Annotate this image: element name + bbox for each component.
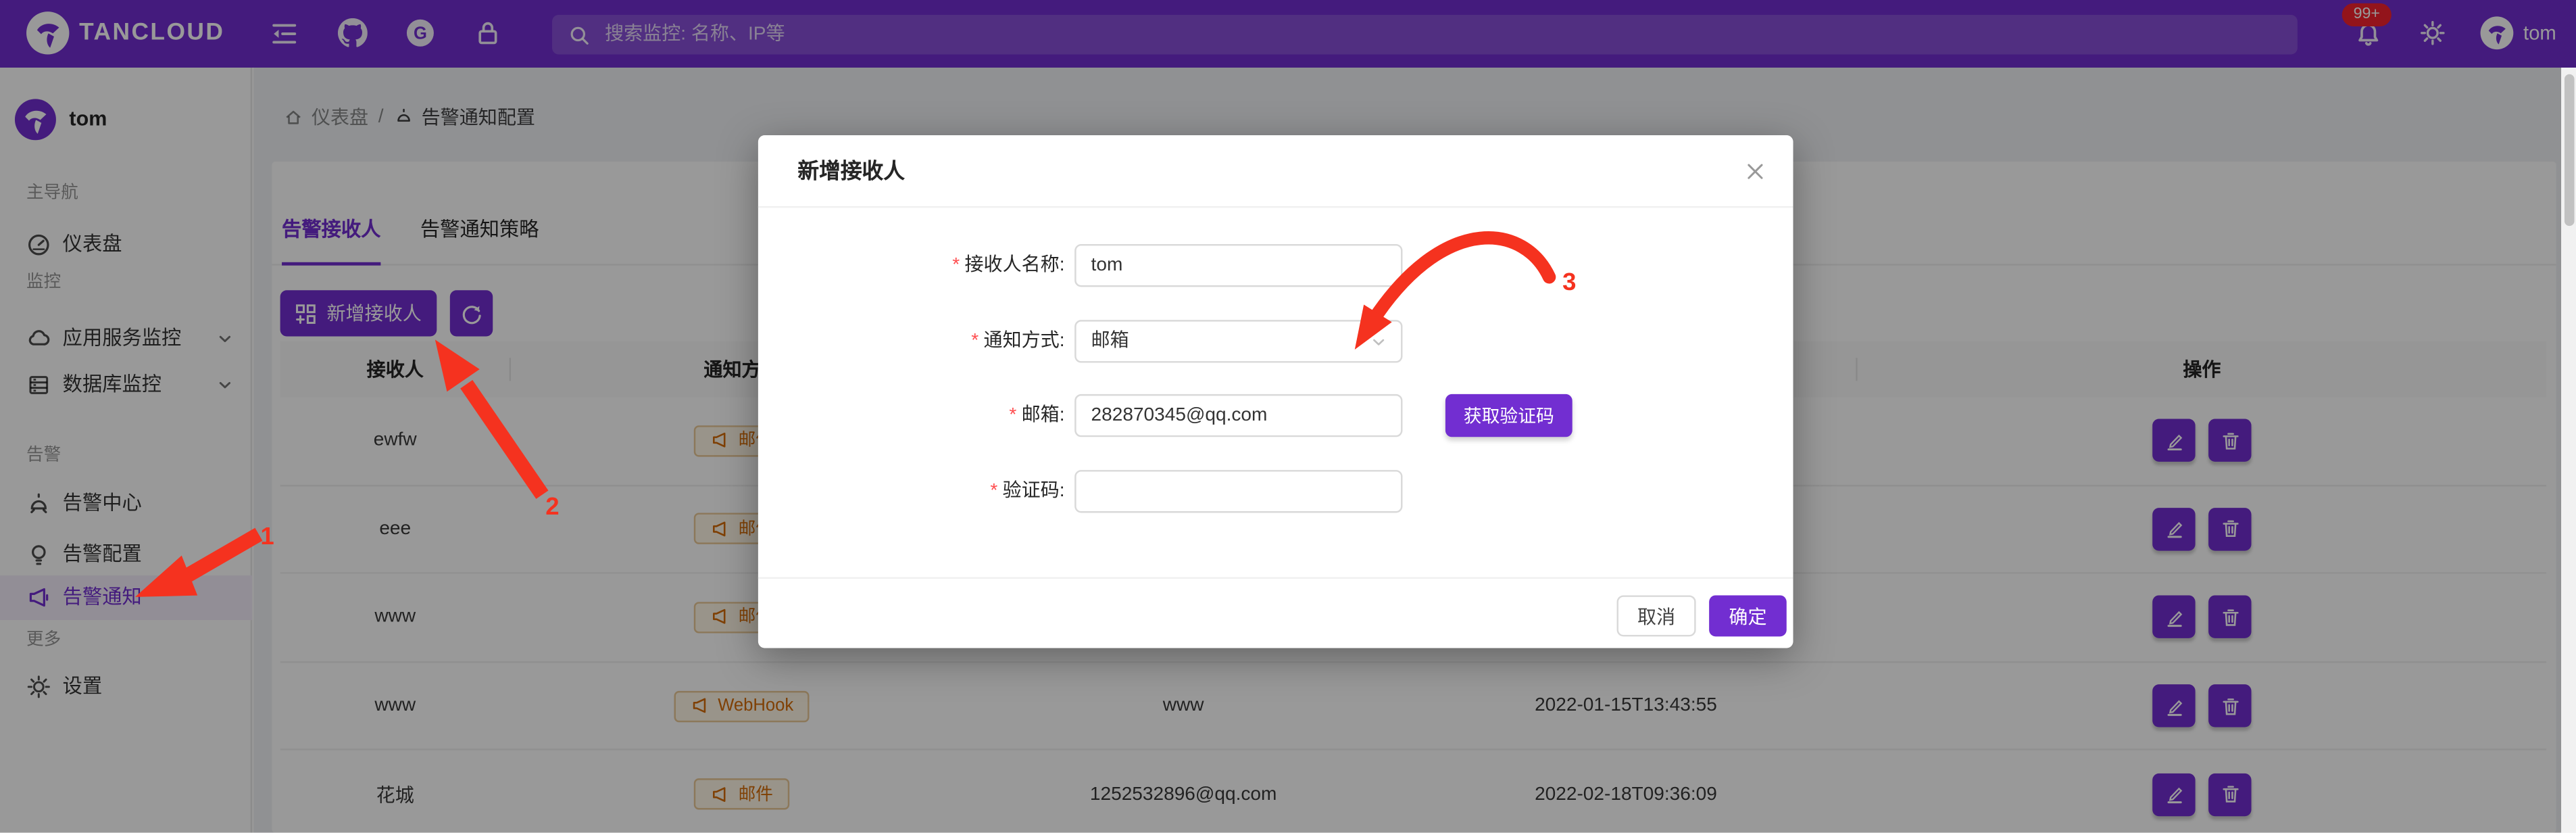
get-verification-code-button[interactable]: 获取验证码 bbox=[1445, 394, 1572, 437]
email-input[interactable] bbox=[1074, 394, 1402, 437]
verification-code-input[interactable] bbox=[1074, 470, 1402, 513]
chevron-down-icon bbox=[1370, 333, 1388, 352]
code-label: *验证码: bbox=[824, 470, 1064, 513]
close-icon[interactable] bbox=[1743, 160, 1766, 183]
modal-title: 新增接收人 bbox=[797, 135, 905, 208]
add-receiver-modal: 新增接收人 *接收人名称: *通知方式: 邮箱 *邮箱: 获取验证码 *验证 bbox=[758, 135, 1793, 648]
form-row-code: *验证码: bbox=[758, 470, 1793, 513]
email-label: *邮箱: bbox=[824, 394, 1064, 437]
method-label: *通知方式: bbox=[824, 320, 1064, 362]
form-row-name: *接收人名称: bbox=[758, 244, 1793, 287]
notification-method-select[interactable]: 邮箱 bbox=[1074, 320, 1402, 362]
scrollbar-thumb[interactable] bbox=[2564, 74, 2574, 226]
scrollbar[interactable] bbox=[2561, 68, 2576, 833]
ok-button[interactable]: 确定 bbox=[1709, 595, 1787, 636]
app-root: TANCLOUD G bbox=[0, 0, 2576, 833]
modal-footer: 取消 确定 bbox=[758, 577, 1793, 648]
modal-header: 新增接收人 bbox=[758, 135, 1793, 208]
name-label: *接收人名称: bbox=[824, 244, 1064, 287]
form-row-email: *邮箱: 获取验证码 bbox=[758, 394, 1793, 437]
receiver-name-input[interactable] bbox=[1074, 244, 1402, 287]
form-row-method: *通知方式: 邮箱 bbox=[758, 320, 1793, 362]
cancel-button[interactable]: 取消 bbox=[1617, 595, 1696, 636]
